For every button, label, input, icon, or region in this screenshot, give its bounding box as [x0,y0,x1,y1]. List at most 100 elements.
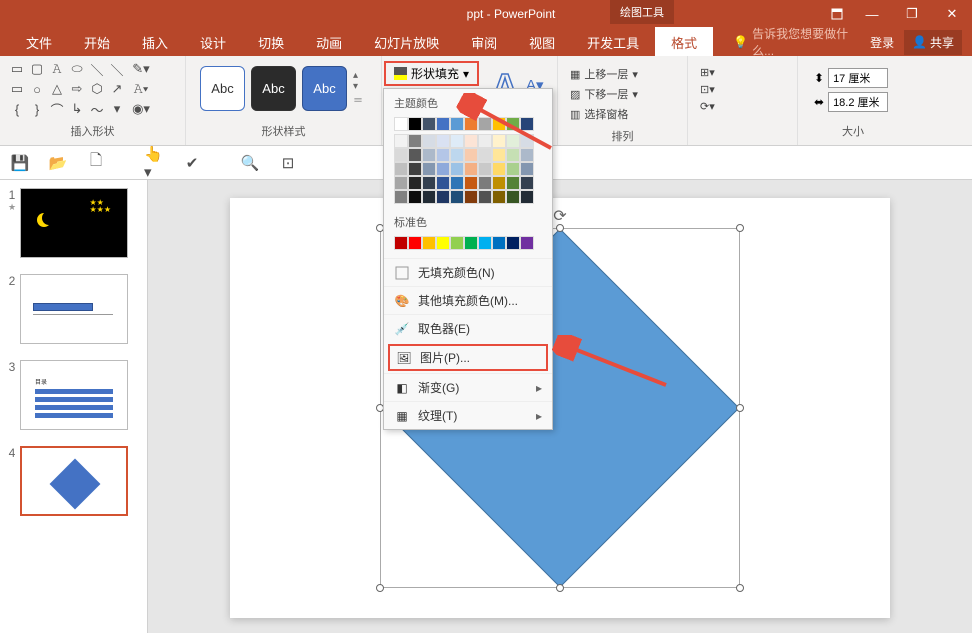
color-swatch[interactable] [394,117,408,131]
slide-thumb-2[interactable]: 2 [4,274,143,344]
texture-item[interactable]: ▦ 纹理(T) ▸ [384,401,552,429]
tab-transitions[interactable]: 切换 [242,27,300,58]
minimize-button[interactable]: — [852,0,892,28]
color-swatch[interactable] [436,190,450,204]
shape-rect2-icon[interactable]: ▢ [28,60,46,78]
merge-icon[interactable]: ◉▾ [132,100,150,118]
color-swatch[interactable] [422,176,436,190]
gallery-down-icon[interactable]: ▾ [353,81,363,92]
color-swatch[interactable] [436,134,450,148]
color-swatch[interactable] [478,162,492,176]
open-icon[interactable]: 📂 [48,153,68,173]
color-swatch[interactable] [394,134,408,148]
tab-slideshow[interactable]: 幻灯片放映 [358,27,455,58]
style-gallery[interactable]: Abc Abc Abc ▴▾＝ [194,60,373,117]
handle-br[interactable] [736,584,744,592]
color-swatch[interactable] [450,236,464,250]
color-swatch[interactable] [436,176,450,190]
color-swatch[interactable] [520,176,534,190]
gradient-item[interactable]: ◧ 渐变(G) ▸ [384,373,552,401]
color-swatch[interactable] [408,176,422,190]
color-swatch[interactable] [478,190,492,204]
tab-format[interactable]: 格式 [655,27,713,58]
rotate-handle-icon[interactable]: ⟳ [553,206,566,226]
close-button[interactable]: ✕ [932,0,972,28]
color-swatch[interactable] [394,162,408,176]
color-swatch[interactable] [436,162,450,176]
eyedropper-item[interactable]: 💉 取色器(E) [384,314,552,342]
tab-review[interactable]: 审阅 [455,27,513,58]
color-swatch[interactable] [394,148,408,162]
shape-textbox-icon[interactable]: 𝙰 [48,60,66,78]
color-swatch[interactable] [408,236,422,250]
color-swatch[interactable] [450,190,464,204]
save-icon[interactable]: 💾 [10,153,30,173]
shape-fill-button[interactable]: 形状填充 ▾ [384,61,479,86]
shape-arrow-icon[interactable]: ⇨ [68,80,86,98]
more-colors-item[interactable]: 🎨 其他填充颜色(M)... [384,286,552,314]
color-swatch[interactable] [408,162,422,176]
color-swatch[interactable] [394,190,408,204]
bring-forward-button[interactable]: ▦上移一层 ▾ [570,64,675,84]
color-swatch[interactable] [464,176,478,190]
zoom-icon[interactable]: 🔍 [240,153,260,173]
color-swatch[interactable] [506,236,520,250]
color-swatch[interactable] [506,190,520,204]
slide-canvas[interactable]: ⟳ [230,198,890,618]
slide-thumb-4[interactable]: 4 [4,446,143,516]
color-swatch[interactable] [506,162,520,176]
color-swatch[interactable] [394,176,408,190]
color-swatch[interactable] [492,236,506,250]
color-swatch[interactable] [422,148,436,162]
shape-line2-icon[interactable]: ＼ [108,60,126,78]
no-fill-item[interactable]: 无填充颜色(N) [384,258,552,286]
tab-view[interactable]: 视图 [513,27,571,58]
height-input[interactable] [828,68,888,88]
slide-thumb-3[interactable]: 3 目录 [4,360,143,430]
send-backward-button[interactable]: ▨下移一层 ▾ [570,84,675,104]
color-swatch[interactable] [450,162,464,176]
handle-tr[interactable] [736,224,744,232]
shape-arrow2-icon[interactable]: ↗ [108,80,126,98]
touch-icon[interactable]: 👆▾ [144,153,164,173]
color-swatch[interactable] [436,236,450,250]
style-preset-3[interactable]: Abc [302,66,347,111]
color-swatch[interactable] [422,117,436,131]
shape-wave-icon[interactable]: 〜 [88,100,106,118]
color-swatch[interactable] [492,162,506,176]
ribbon-options-icon[interactable] [822,0,852,28]
shape-arc-icon[interactable]: ⌒ [48,100,66,118]
shape-circle-icon[interactable]: ○ [28,80,46,98]
fit-icon[interactable]: ⊡ [278,153,298,173]
canvas-area[interactable]: ⟳ [148,180,972,633]
color-swatch[interactable] [492,176,506,190]
color-swatch[interactable] [422,190,436,204]
group-button[interactable]: ⊡▾ [700,81,785,98]
tab-file[interactable]: 文件 [10,27,68,58]
color-swatch[interactable] [464,190,478,204]
gallery-up-icon[interactable]: ▴ [353,70,363,81]
tab-developer[interactable]: 开发工具 [571,27,655,58]
tab-animations[interactable]: 动画 [300,27,358,58]
slide-thumb-1[interactable]: 1 ★ ★★★★★ [4,188,143,258]
color-swatch[interactable] [478,236,492,250]
shape-connector-icon[interactable]: ↳ [68,100,86,118]
color-swatch[interactable] [436,148,450,162]
color-swatch[interactable] [394,236,408,250]
color-swatch[interactable] [422,236,436,250]
align-button[interactable]: ⊞▾ [700,64,785,81]
color-swatch[interactable] [464,236,478,250]
style-preset-1[interactable]: Abc [200,66,245,111]
edit-shape-icon[interactable]: ✎▾ [132,60,150,78]
color-swatch[interactable] [408,190,422,204]
color-swatch[interactable] [506,176,520,190]
picture-fill-item[interactable]: 🖼 图片(P)... [388,344,548,371]
color-swatch[interactable] [520,190,534,204]
color-swatch[interactable] [464,162,478,176]
shape-more-icon[interactable]: ▾ [108,100,126,118]
color-swatch[interactable] [422,162,436,176]
share-button[interactable]: 👤共享 [904,30,962,55]
shape-hex-icon[interactable]: ⬡ [88,80,106,98]
selection-pane-button[interactable]: ▥选择窗格 [570,104,675,124]
tell-me-search[interactable]: 💡 告诉我您想要做什么... [733,25,870,59]
